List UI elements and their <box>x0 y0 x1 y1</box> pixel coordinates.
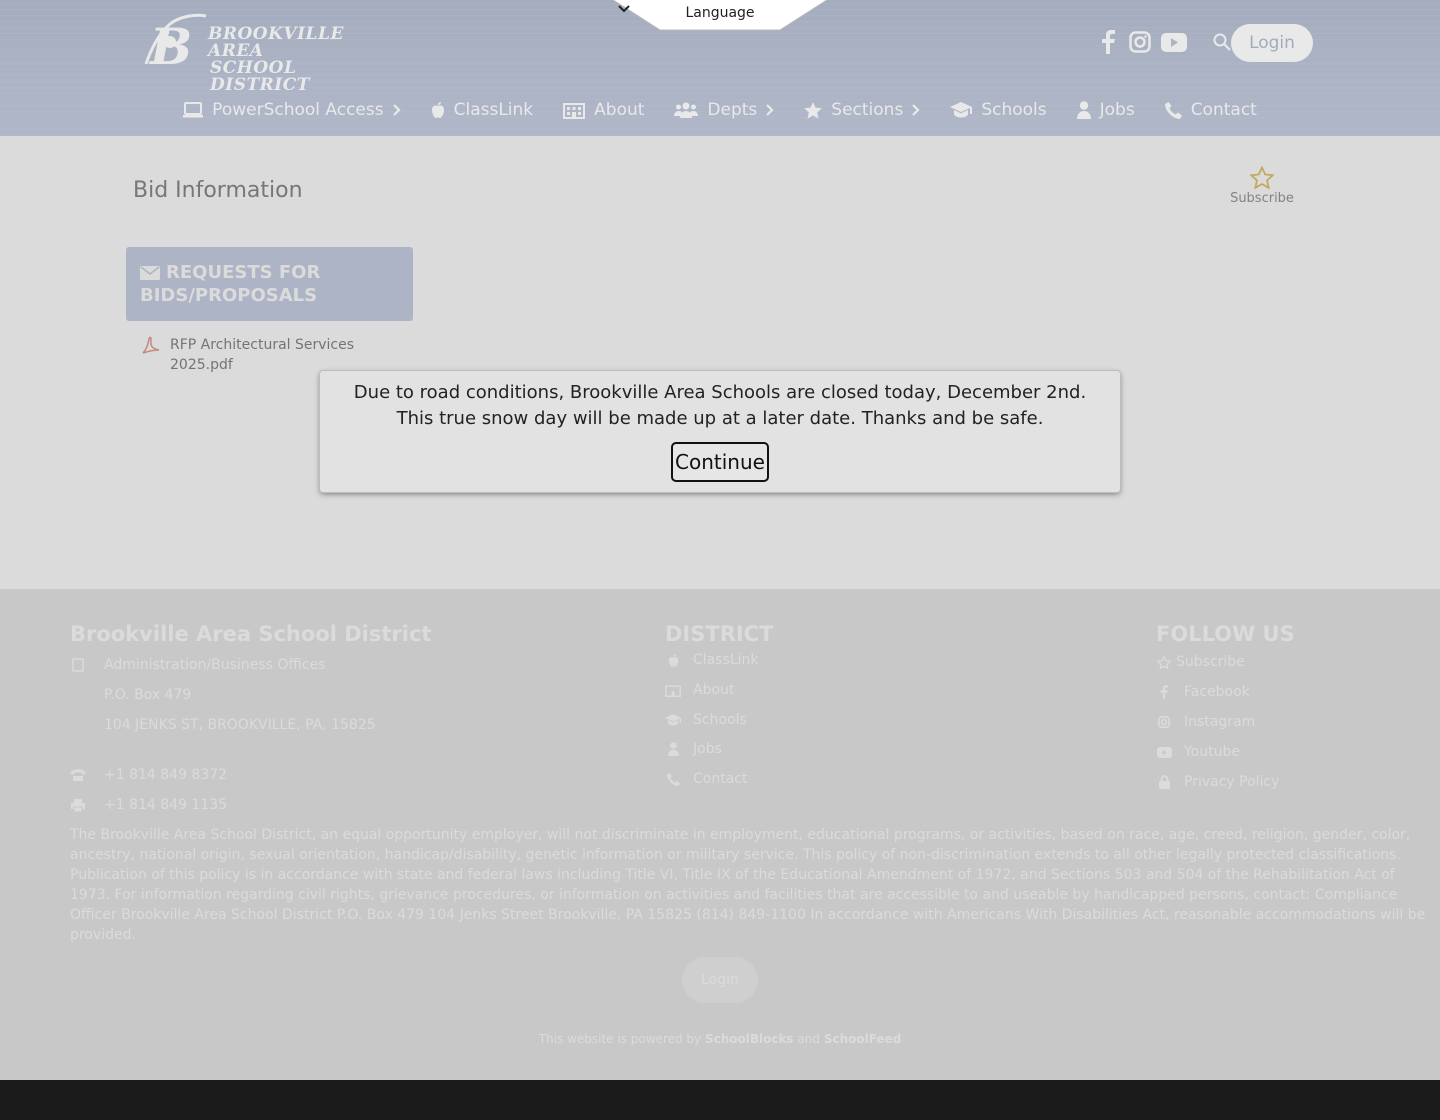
chevron-down-icon <box>618 5 630 13</box>
closure-alert-dialog: Due to road conditions, Brookville Area … <box>320 371 1120 492</box>
continue-button[interactable]: Continue <box>671 442 769 482</box>
language-label-row: Language <box>610 5 830 21</box>
modal-backdrop[interactable] <box>0 0 1440 1080</box>
language-selector[interactable]: Language <box>610 0 830 32</box>
alert-message: Due to road conditions, Brookville Area … <box>353 382 1087 429</box>
bottom-bar <box>0 1080 1440 1120</box>
language-label: Language <box>685 5 755 21</box>
